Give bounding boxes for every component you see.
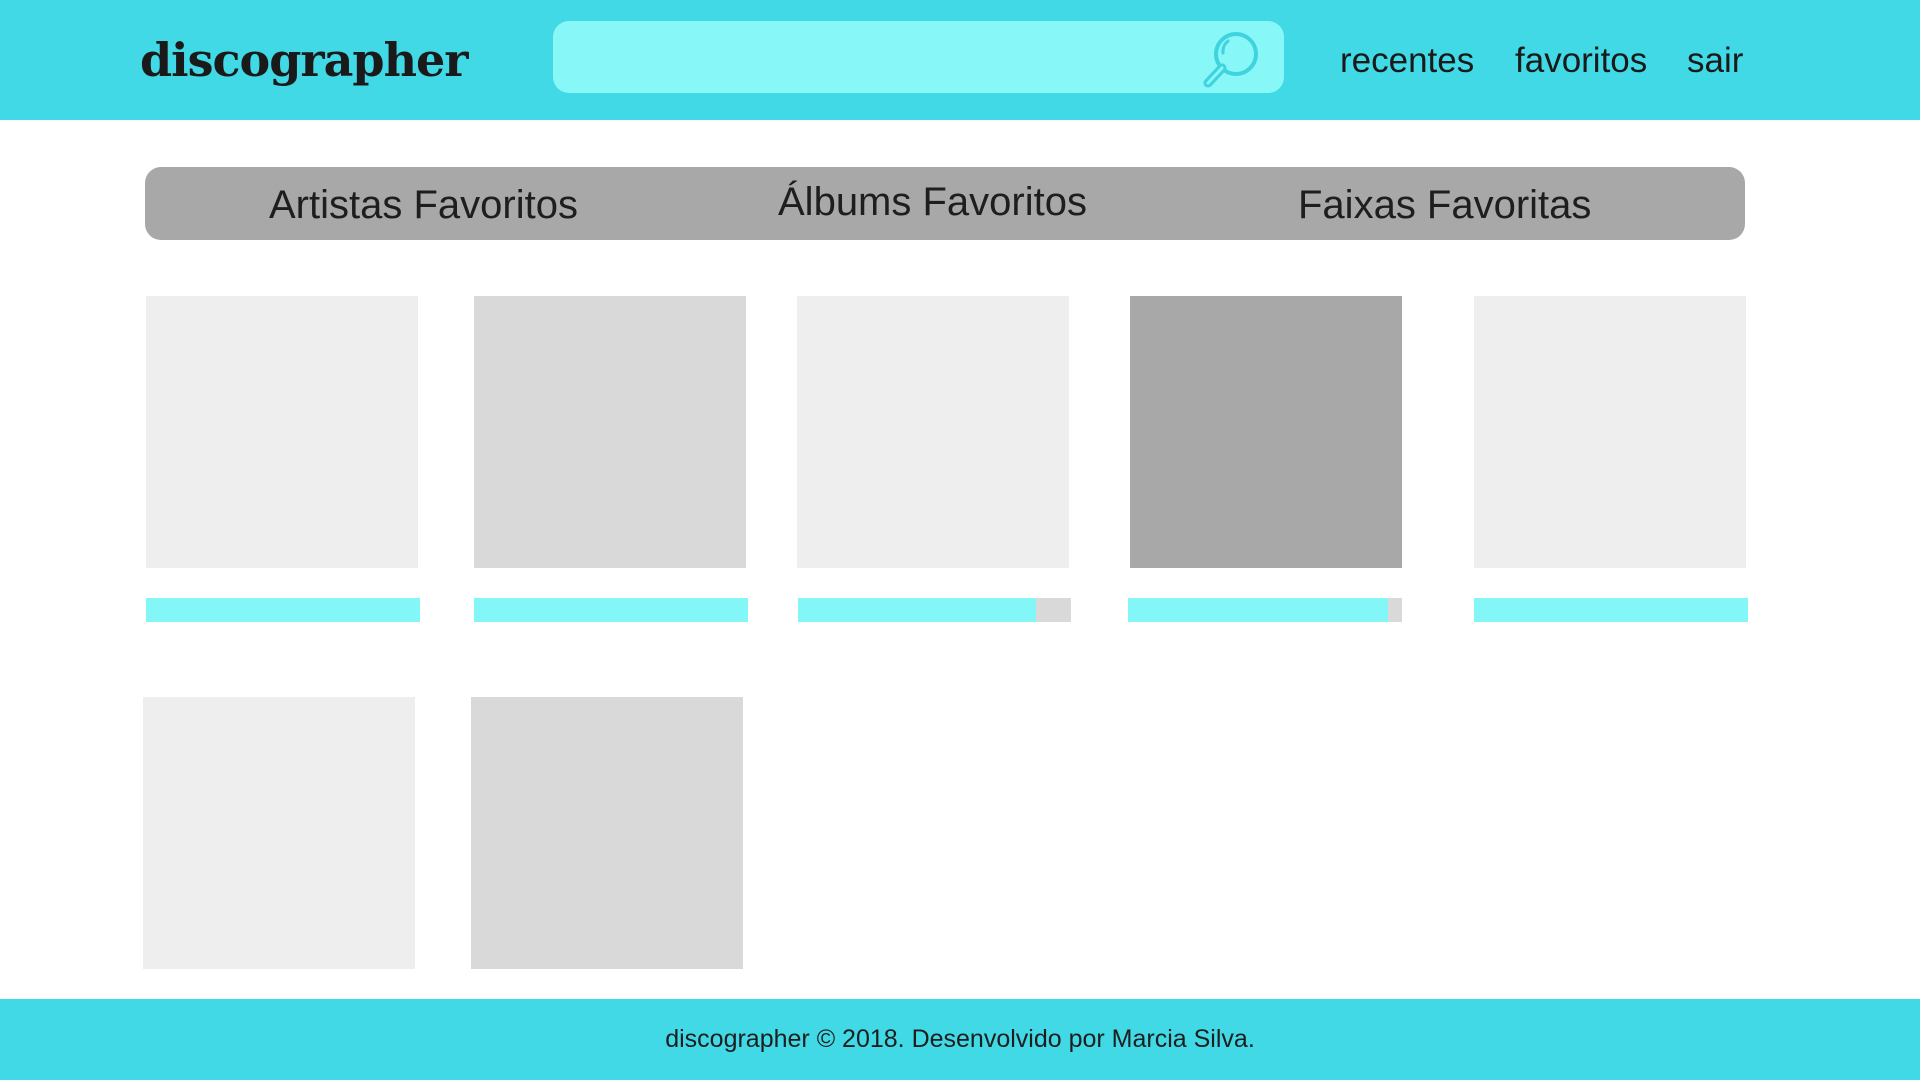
favorite-cover-7[interactable] bbox=[471, 697, 743, 969]
favorite-cover-6[interactable] bbox=[143, 697, 415, 969]
tab-faixas-favoritas[interactable]: Faixas Favoritas bbox=[1298, 181, 1591, 229]
nav-link-recentes[interactable]: recentes bbox=[1340, 38, 1474, 84]
favorite-title-bar-fill-5 bbox=[1474, 598, 1748, 622]
search-bar bbox=[553, 21, 1284, 93]
favorite-title-bar-fill-3 bbox=[798, 598, 1036, 622]
footer-copyright: discographer © 2018. Desenvolvido por Ma… bbox=[665, 1025, 1255, 1053]
search-input[interactable] bbox=[553, 21, 1193, 93]
favorite-title-bar-4[interactable] bbox=[1128, 598, 1402, 622]
favorite-title-bar-1[interactable] bbox=[146, 598, 420, 622]
favorite-title-bar-2[interactable] bbox=[474, 598, 748, 622]
top-header: discographer recentes favoritos sair bbox=[0, 0, 1920, 120]
favorite-title-bar-3[interactable] bbox=[798, 598, 1071, 622]
tab-albums-favoritos[interactable]: Álbums Favoritos bbox=[778, 178, 1087, 226]
page-footer: discographer © 2018. Desenvolvido por Ma… bbox=[0, 999, 1920, 1080]
nav-link-favoritos[interactable]: favoritos bbox=[1515, 38, 1647, 84]
favorite-title-bar-fill-2 bbox=[474, 598, 748, 622]
favorite-cover-5[interactable] bbox=[1474, 296, 1746, 568]
favorites-tab-bar: Artistas Favoritos Álbums Favoritos Faix… bbox=[145, 167, 1745, 240]
favorite-cover-4[interactable] bbox=[1130, 296, 1402, 568]
favorite-cover-2[interactable] bbox=[474, 296, 746, 568]
favorite-title-bar-5[interactable] bbox=[1474, 598, 1748, 622]
favorite-title-bar-fill-4 bbox=[1128, 598, 1389, 622]
favorite-cover-3[interactable] bbox=[797, 296, 1069, 568]
favorite-cover-1[interactable] bbox=[146, 296, 418, 568]
search-icon[interactable] bbox=[1197, 29, 1263, 91]
tab-artistas-favoritos[interactable]: Artistas Favoritos bbox=[269, 181, 578, 229]
favorite-title-bar-fill-1 bbox=[146, 598, 420, 622]
nav-link-sair[interactable]: sair bbox=[1687, 38, 1743, 84]
logo[interactable]: discographer bbox=[140, 26, 469, 94]
